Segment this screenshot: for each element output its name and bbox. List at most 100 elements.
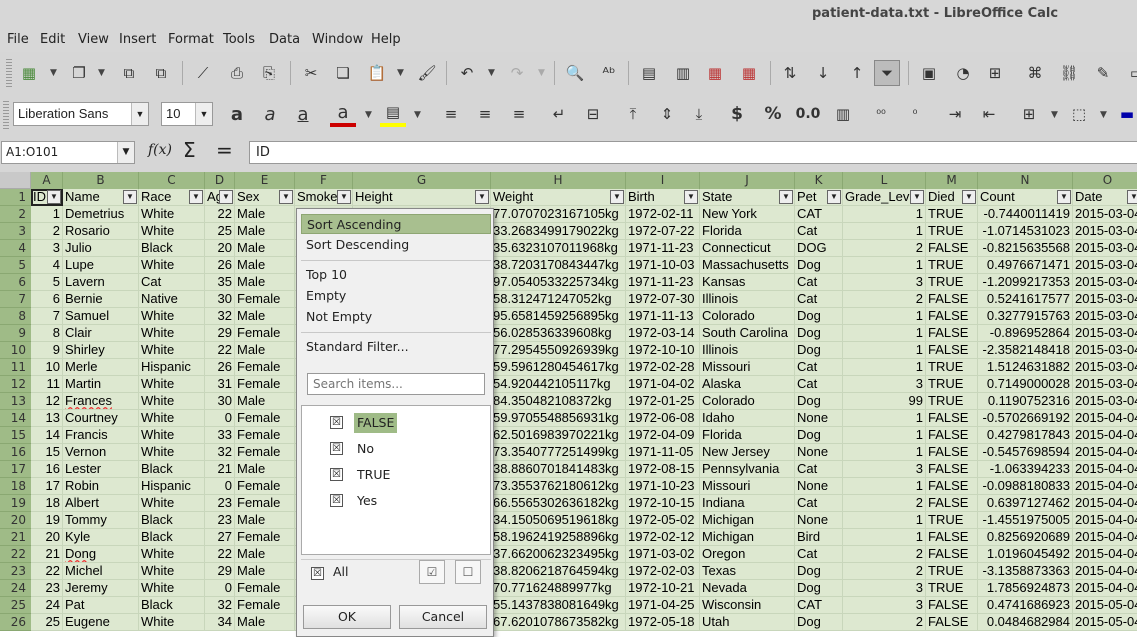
- header-cell-date[interactable]: Date ▼: [1073, 189, 1137, 206]
- headers-footers-icon[interactable]: ▭: [1124, 60, 1137, 86]
- data-cell[interactable]: 1.7856924873: [978, 580, 1073, 597]
- data-cell[interactable]: 1: [843, 257, 926, 274]
- number-format-icon[interactable]: 0.0: [793, 101, 823, 127]
- insert-rows-icon[interactable]: ▦: [702, 60, 728, 86]
- data-cell[interactable]: Courtney: [63, 410, 139, 427]
- data-cell[interactable]: Massachusetts: [700, 257, 795, 274]
- data-cell[interactable]: Black: [139, 512, 205, 529]
- data-cell[interactable]: -3.1358873363: [978, 563, 1073, 580]
- data-cell[interactable]: 22: [205, 206, 235, 223]
- filter-value-item[interactable]: ☒ No: [330, 439, 480, 459]
- select-current-item-icon[interactable]: ☑: [419, 560, 445, 584]
- data-cell[interactable]: Missouri: [700, 478, 795, 495]
- data-cell[interactable]: 7: [31, 308, 63, 325]
- data-cell[interactable]: 19: [31, 512, 63, 529]
- data-cell[interactable]: Female: [235, 410, 295, 427]
- sort-icon[interactable]: ⇅: [777, 60, 803, 86]
- autofilter-dropdown-icon[interactable]: ▼: [475, 190, 489, 204]
- data-cell[interactable]: 1971-11-13: [626, 308, 700, 325]
- row-header[interactable]: 7: [0, 291, 31, 308]
- data-cell[interactable]: 2015-05-04: [1073, 597, 1137, 614]
- data-cell[interactable]: Lester: [63, 461, 139, 478]
- redo-dropdown-icon[interactable]: ▼: [538, 68, 545, 78]
- data-cell[interactable]: Dog: [795, 342, 843, 359]
- spreadsheet-grid[interactable]: A B C D E F G H I J K L M N O 1 ID ▼ Name ▼ Race ▼ Ag ▼ Sex ▼ Smok…: [0, 172, 1137, 637]
- data-cell[interactable]: Julio: [63, 240, 139, 257]
- column-header-m[interactable]: M: [926, 172, 978, 189]
- data-cell[interactable]: Jeremy: [63, 580, 139, 597]
- column-header-j[interactable]: J: [700, 172, 795, 189]
- data-cell[interactable]: Male: [235, 461, 295, 478]
- data-cell[interactable]: 73.3540777251499kg: [491, 444, 626, 461]
- data-cell[interactable]: Male: [235, 223, 295, 240]
- data-cell[interactable]: -0.0988180833: [978, 478, 1073, 495]
- data-cell[interactable]: 2015-03-04: [1073, 257, 1137, 274]
- data-cell[interactable]: 13: [31, 410, 63, 427]
- row-header[interactable]: 23: [0, 563, 31, 580]
- data-cell[interactable]: White: [139, 308, 205, 325]
- data-cell[interactable]: 2: [843, 495, 926, 512]
- data-cell[interactable]: 2015-04-04: [1073, 512, 1137, 529]
- data-cell[interactable]: 1972-07-22: [626, 223, 700, 240]
- add-decimal-icon[interactable]: ⁰⁰: [868, 101, 894, 127]
- data-cell[interactable]: 1: [843, 444, 926, 461]
- data-cell[interactable]: White: [139, 410, 205, 427]
- print-icon[interactable]: ⎙: [224, 60, 250, 86]
- ok-button[interactable]: OK: [303, 605, 391, 629]
- data-cell[interactable]: Illinois: [700, 342, 795, 359]
- autofilter-dropdown-icon[interactable]: ▼: [962, 190, 976, 204]
- row-header[interactable]: 26: [0, 614, 31, 631]
- data-cell[interactable]: 1972-03-14: [626, 325, 700, 342]
- data-cell[interactable]: 25: [205, 223, 235, 240]
- data-cell[interactable]: White: [139, 580, 205, 597]
- data-cell[interactable]: 62.5016983970221kg: [491, 427, 626, 444]
- column-header-k[interactable]: K: [795, 172, 843, 189]
- data-cell[interactable]: Albert: [63, 495, 139, 512]
- data-cell[interactable]: Kyle: [63, 529, 139, 546]
- data-cell[interactable]: 2: [843, 563, 926, 580]
- row-header[interactable]: 14: [0, 410, 31, 427]
- data-cell[interactable]: White: [139, 325, 205, 342]
- data-cell[interactable]: 0: [205, 410, 235, 427]
- row-header[interactable]: 20: [0, 512, 31, 529]
- data-cell[interactable]: Illinois: [700, 291, 795, 308]
- cut-icon[interactable]: ✂: [298, 60, 324, 86]
- data-cell[interactable]: 1: [843, 478, 926, 495]
- data-cell[interactable]: 22: [205, 546, 235, 563]
- print-preview-icon[interactable]: ⎘: [256, 60, 282, 86]
- data-cell[interactable]: 10: [31, 359, 63, 376]
- header-cell-birth[interactable]: Birth ▼: [626, 189, 700, 206]
- data-cell[interactable]: 0.0484682984: [978, 614, 1073, 631]
- clone-formatting-icon[interactable]: 🖌: [414, 60, 440, 86]
- data-cell[interactable]: White: [139, 223, 205, 240]
- data-cell[interactable]: Alaska: [700, 376, 795, 393]
- data-cell[interactable]: TRUE: [926, 376, 978, 393]
- data-cell[interactable]: White: [139, 444, 205, 461]
- new-dropdown-icon[interactable]: ▼: [50, 68, 57, 78]
- data-cell[interactable]: FALSE: [926, 342, 978, 359]
- data-cell[interactable]: 0.5241617577: [978, 291, 1073, 308]
- data-cell[interactable]: 35.6323107011968kg: [491, 240, 626, 257]
- row-header[interactable]: 1: [0, 189, 31, 206]
- font-color-dropdown-icon[interactable]: ▼: [365, 110, 372, 120]
- background-color-icon[interactable]: ▤: [380, 101, 406, 127]
- value-checkbox[interactable]: ☒: [330, 416, 343, 429]
- data-cell[interactable]: FALSE: [926, 614, 978, 631]
- data-cell[interactable]: 0.4279817843: [978, 427, 1073, 444]
- data-cell[interactable]: 59.5961280454617kg: [491, 359, 626, 376]
- column-header-h[interactable]: H: [491, 172, 626, 189]
- data-cell[interactable]: DOG: [795, 240, 843, 257]
- column-header-o[interactable]: O: [1073, 172, 1137, 189]
- row-header[interactable]: 6: [0, 274, 31, 291]
- data-cell[interactable]: Missouri: [700, 359, 795, 376]
- data-cell[interactable]: Kansas: [700, 274, 795, 291]
- italic-icon[interactable]: a: [257, 101, 283, 127]
- data-cell[interactable]: Male: [235, 257, 295, 274]
- value-checkbox[interactable]: ☒: [330, 494, 343, 507]
- data-cell[interactable]: 97.0540533225734kg: [491, 274, 626, 291]
- delete-decimal-icon[interactable]: ⁰: [902, 101, 928, 127]
- data-cell[interactable]: 23: [205, 495, 235, 512]
- data-cell[interactable]: 29: [205, 325, 235, 342]
- data-cell[interactable]: White: [139, 393, 205, 410]
- autofilter-dropdown-icon[interactable]: ▼: [189, 190, 203, 204]
